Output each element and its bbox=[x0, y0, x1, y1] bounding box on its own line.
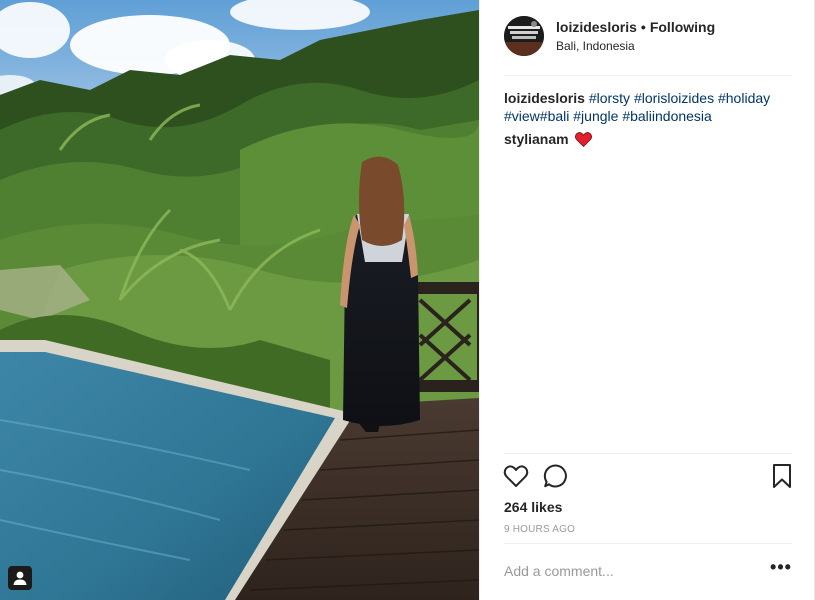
location-link[interactable]: Bali, Indonesia bbox=[556, 39, 635, 53]
header-user-line: loizidesloris • Following bbox=[556, 19, 715, 35]
comment-username-link[interactable]: stylianam bbox=[504, 131, 569, 147]
hashtag-link[interactable]: #jungle bbox=[573, 108, 618, 124]
heart-outline-icon bbox=[503, 465, 529, 487]
comment-item: stylianam bbox=[504, 131, 592, 147]
more-options-button[interactable]: ••• bbox=[770, 558, 792, 581]
header-divider bbox=[504, 75, 792, 76]
post-actions bbox=[502, 462, 794, 492]
hashtag-link[interactable]: #baliindonesia bbox=[622, 108, 712, 124]
hashtag-link[interactable]: #lorisloizides bbox=[634, 90, 714, 106]
caption-username-link[interactable]: loizidesloris bbox=[504, 90, 585, 106]
add-comment-input[interactable] bbox=[504, 561, 754, 581]
hashtag-link[interactable]: #holiday bbox=[718, 90, 770, 106]
post-details-panel: loizidesloris • Following Bali, Indonesia … bbox=[479, 0, 815, 600]
author-username-link[interactable]: loizidesloris bbox=[556, 19, 637, 35]
speech-bubble-icon bbox=[543, 464, 567, 488]
post-header: loizidesloris • Following Bali, Indonesia bbox=[480, 0, 815, 75]
post-photo[interactable] bbox=[0, 0, 479, 600]
post-photo-image bbox=[0, 0, 479, 600]
person-tag-icon bbox=[13, 571, 27, 585]
caption: loizidesloris #lorsty #lorisloizides #ho… bbox=[504, 89, 796, 125]
avatar[interactable] bbox=[504, 16, 544, 56]
save-button[interactable] bbox=[768, 462, 796, 490]
comment-divider bbox=[504, 543, 792, 544]
avatar-image bbox=[504, 16, 544, 56]
heart-emoji bbox=[574, 131, 592, 147]
hashtag-link[interactable]: #view#bali bbox=[504, 108, 569, 124]
hashtag-link[interactable]: #lorsty bbox=[589, 90, 630, 106]
comment-button[interactable] bbox=[542, 462, 570, 490]
actions-divider bbox=[504, 453, 792, 454]
like-button[interactable] bbox=[502, 462, 530, 490]
bookmark-icon bbox=[773, 464, 791, 488]
tagged-users-button[interactable] bbox=[8, 566, 32, 590]
likes-count[interactable]: 264 likes bbox=[504, 499, 562, 515]
post-timestamp[interactable]: 9 HOURS AGO bbox=[504, 524, 575, 535]
following-button[interactable]: Following bbox=[650, 19, 715, 35]
separator-dot: • bbox=[640, 19, 646, 35]
